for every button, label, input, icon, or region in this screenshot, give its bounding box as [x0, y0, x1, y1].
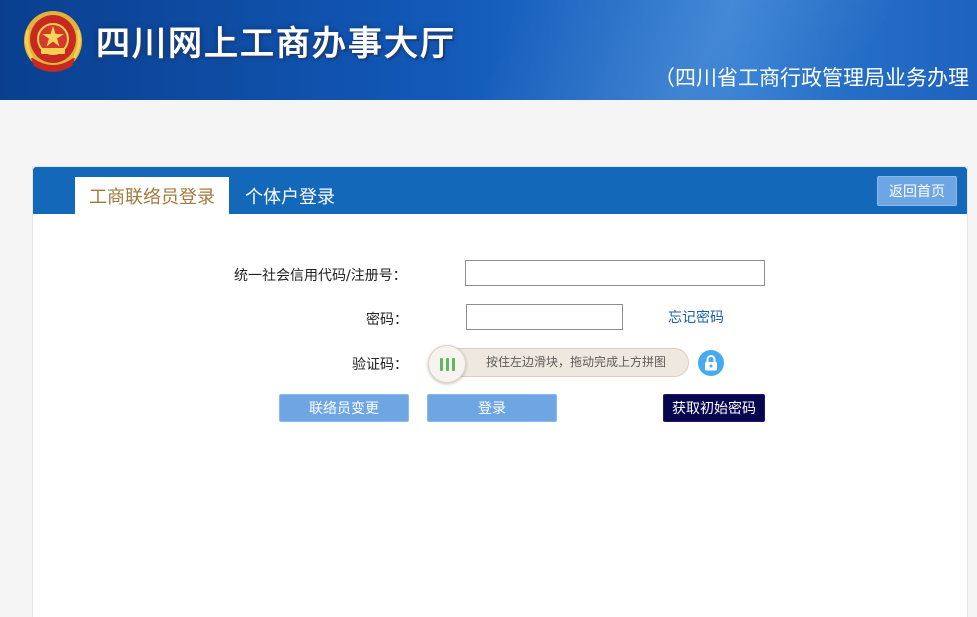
- lock-icon[interactable]: [698, 350, 724, 376]
- credit-code-input[interactable]: [465, 260, 765, 286]
- slider-hint: 按住左边滑块，拖动完成上方拼图: [486, 355, 667, 369]
- national-emblem-icon: [24, 11, 82, 72]
- password-input[interactable]: [466, 304, 623, 330]
- credit-code-label: 统一社会信用代码/注册号：: [234, 268, 407, 284]
- header-banner: 四川网上工商办事大厅 （四川省工商行政管理局业务办理: [0, 0, 977, 100]
- site-subtitle: （四川省工商行政管理局业务办理: [654, 66, 969, 90]
- captcha-label: 验证码：: [352, 357, 408, 373]
- site-title: 四川网上工商办事大厅: [96, 24, 456, 64]
- change-contact-button[interactable]: 联络员变更: [279, 394, 409, 422]
- get-initial-password-button[interactable]: 获取初始密码: [663, 394, 765, 422]
- login-tabbar: 工商联络员登录 个体户登录 返回首页: [33, 167, 967, 214]
- tab-individual-login[interactable]: 个体户登录: [243, 177, 337, 214]
- login-card: 工商联络员登录 个体户登录 返回首页 统一社会信用代码/注册号： 密码： 忘记密…: [32, 166, 968, 617]
- login-button[interactable]: 登录: [427, 394, 557, 422]
- password-label: 密码：: [366, 312, 408, 328]
- back-home-button[interactable]: 返回首页: [877, 176, 957, 206]
- tab-contact-login[interactable]: 工商联络员登录: [75, 177, 229, 214]
- slider-handle[interactable]: [428, 345, 466, 383]
- captcha-slider[interactable]: 按住左边滑块，拖动完成上方拼图: [428, 345, 689, 383]
- forgot-password-link[interactable]: 忘记密码: [668, 307, 724, 327]
- grip-bars-icon: [439, 357, 455, 371]
